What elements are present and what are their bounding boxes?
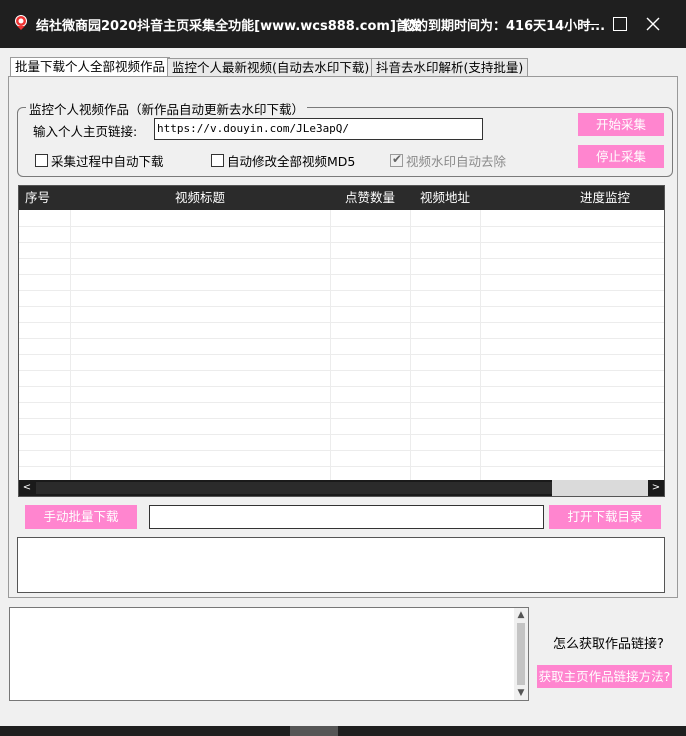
manual-batch-download-button[interactable]: 手动批量下载: [25, 505, 137, 529]
row-divider: [19, 402, 664, 403]
maximize-button[interactable]: [605, 10, 635, 38]
window-title: 结社微商园2020抖音主页采集全功能[www.wcs888.com]首发: [36, 19, 422, 34]
row-divider: [19, 466, 664, 467]
remove-watermark-checkbox[interactable]: ✔ 视频水印自动去除: [390, 151, 506, 170]
scroll-thumb[interactable]: [36, 482, 552, 494]
column-header-likes[interactable]: 点赞数量: [345, 186, 395, 210]
row-divider: [19, 386, 664, 387]
minimize-icon: [585, 24, 599, 25]
checkbox-box: [35, 154, 48, 167]
profile-url-input[interactable]: https://v.douyin.com/JLe3apQ/: [154, 118, 483, 140]
row-divider: [19, 434, 664, 435]
tab-monitor-latest[interactable]: 监控个人最新视频(自动去水印下载): [167, 58, 375, 76]
group-title: 监控个人视频作品（新作品自动更新去水印下载）: [26, 99, 308, 118]
row-divider: [19, 450, 664, 451]
row-divider: [19, 322, 664, 323]
app-logo-icon: [15, 15, 27, 30]
checkbox-label: 视频水印自动去除: [406, 154, 507, 169]
url-label: 输入个人主页链接:: [33, 124, 138, 139]
close-icon: [646, 17, 660, 31]
progress-field[interactable]: [149, 505, 544, 529]
scroll-thumb[interactable]: [517, 623, 525, 685]
expiry-status: 您的到期时间为：416天14小时...: [402, 19, 606, 34]
column-divider: [70, 210, 71, 480]
column-header-url[interactable]: 视频地址: [420, 186, 470, 210]
column-divider: [410, 210, 411, 480]
column-header-title[interactable]: 视频标题: [175, 186, 225, 210]
column-divider: [330, 210, 331, 480]
row-divider: [19, 338, 664, 339]
column-header-progress[interactable]: 进度监控: [580, 186, 630, 210]
tab-watermark-parse[interactable]: 抖音去水印解析(支持批量): [371, 58, 529, 76]
row-divider: [19, 418, 664, 419]
column-divider: [480, 210, 481, 480]
video-table: 序号 视频标题 点赞数量 视频地址 进度监控 < >: [18, 185, 665, 497]
scroll-left-icon[interactable]: <: [19, 480, 35, 496]
vertical-scrollbar[interactable]: ▲ ▼: [514, 608, 528, 700]
check-icon: ✔: [392, 152, 403, 166]
checkbox-label: 采集过程中自动下载: [51, 154, 164, 169]
scroll-down-icon[interactable]: ▼: [514, 686, 528, 700]
auto-md5-checkbox[interactable]: 自动修改全部视频MD5: [211, 151, 355, 170]
row-divider: [19, 290, 664, 291]
tab-panel: 监控个人视频作品（新作品自动更新去水印下载） 输入个人主页链接: https:/…: [8, 76, 678, 598]
stop-collect-button[interactable]: 停止采集: [578, 145, 664, 168]
table-header: 序号 视频标题 点赞数量 视频地址 进度监控: [19, 186, 664, 210]
auto-download-checkbox[interactable]: 采集过程中自动下载: [35, 151, 164, 170]
help-question-label: 怎么获取作品链接?: [553, 637, 664, 652]
start-collect-button[interactable]: 开始采集: [578, 113, 664, 136]
maximize-icon: [613, 17, 627, 31]
taskbar: [0, 726, 686, 736]
row-divider: [19, 370, 664, 371]
column-header-index[interactable]: 序号: [25, 186, 50, 210]
tab-batch-download[interactable]: 批量下载个人全部视频作品: [10, 57, 171, 77]
checkbox-box: ✔: [390, 152, 403, 167]
checkbox-label: 自动修改全部视频MD5: [227, 154, 356, 169]
row-divider: [19, 306, 664, 307]
log-textarea[interactable]: ▲ ▼: [9, 607, 529, 701]
horizontal-scrollbar[interactable]: < >: [19, 480, 664, 496]
status-output[interactable]: [17, 537, 665, 593]
scroll-up-icon[interactable]: ▲: [514, 608, 528, 622]
close-button[interactable]: [638, 10, 668, 38]
row-divider: [19, 258, 664, 259]
taskbar-item[interactable]: [290, 726, 338, 736]
row-divider: [19, 274, 664, 275]
row-divider: [19, 242, 664, 243]
get-link-method-button[interactable]: 获取主页作品链接方法?: [537, 665, 672, 688]
minimize-button[interactable]: [577, 10, 607, 38]
monitor-groupbox: 监控个人视频作品（新作品自动更新去水印下载） 输入个人主页链接: https:/…: [17, 99, 673, 177]
scroll-right-icon[interactable]: >: [648, 480, 664, 496]
row-divider: [19, 354, 664, 355]
open-download-folder-button[interactable]: 打开下载目录: [549, 505, 661, 529]
main-window: 批量下载个人全部视频作品 监控个人最新视频(自动去水印下载) 抖音去水印解析(支…: [0, 48, 686, 726]
title-bar: 结社微商园2020抖音主页采集全功能[www.wcs888.com]首发 您的到…: [0, 0, 686, 48]
row-divider: [19, 226, 664, 227]
scroll-track[interactable]: [552, 480, 648, 496]
checkbox-box: [211, 154, 224, 167]
